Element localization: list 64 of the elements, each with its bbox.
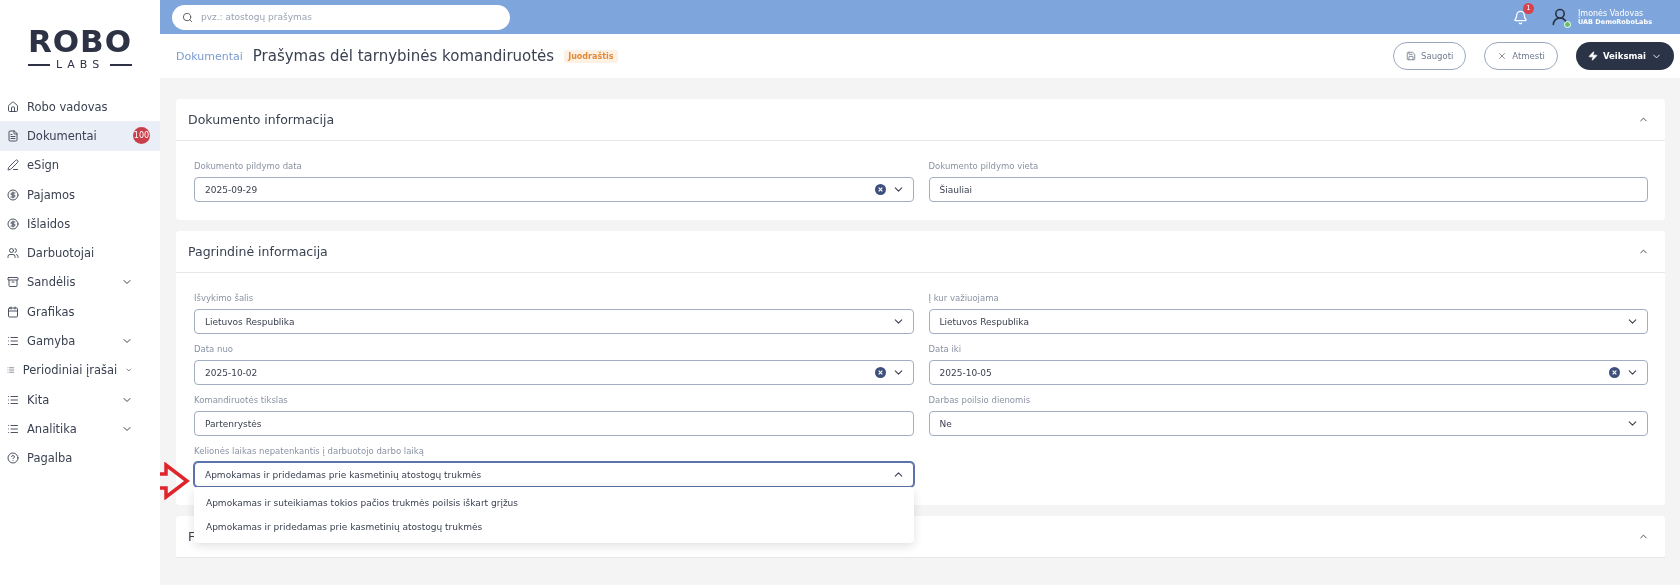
page-title: Prašymas dėl tarnybinės komandiruotės: [252, 47, 555, 65]
calendar-icon: [7, 305, 19, 318]
select-field[interactable]: Ne: [928, 411, 1648, 436]
discard-button[interactable]: Atmesti: [1484, 42, 1558, 70]
sidebar-item[interactable]: Sandėlis: [0, 267, 160, 298]
field-label: Darbas poilsio dienomis: [928, 394, 1032, 405]
document-icon: [7, 129, 19, 142]
text-field[interactable]: Šiauliai: [928, 177, 1648, 202]
people-icon: [7, 247, 19, 260]
sidebar-item[interactable]: Gamyba: [0, 326, 160, 356]
sidebar-item[interactable]: Robo vadovas: [0, 92, 160, 122]
dropdown-option[interactable]: Apmokamas ir suteikiamas tokios pačios trukmės poilsis iškart grįžus: [194, 491, 914, 515]
select-field[interactable]: Lietuvos Respublika: [928, 309, 1648, 334]
house-icon: [7, 100, 19, 113]
date-field[interactable]: 2025-10-05: [928, 360, 1648, 385]
date-field[interactable]: 2025-10-02: [194, 360, 914, 385]
archive-box-icon: [7, 276, 19, 289]
sidebar-item[interactable]: Išlaidos: [0, 209, 160, 239]
pen-icon: [7, 159, 19, 172]
clear-icon[interactable]: [874, 184, 886, 195]
clear-icon[interactable]: [874, 367, 886, 378]
sidebar-item[interactable]: Pajamos: [0, 179, 160, 210]
dropdown-option[interactable]: Apmokamas ir pridedamas prie kasmetinių atostogų trukmės: [194, 515, 914, 539]
section-title: Dokumento informacija: [188, 112, 335, 127]
search-icon: [182, 11, 193, 23]
lightning-icon: [1588, 51, 1598, 61]
save-button[interactable]: Saugoti: [1393, 42, 1467, 70]
close-icon: [1497, 51, 1508, 61]
field-label: Dokumento pildymo vieta: [928, 160, 1040, 171]
save-icon: [1406, 51, 1417, 61]
coin-icon: [7, 217, 19, 230]
clear-icon[interactable]: [1609, 367, 1620, 378]
sidebar-item[interactable]: Kita: [0, 384, 160, 415]
logo: ROBO LABS: [26, 22, 134, 73]
text-field[interactable]: Partenrystės: [194, 411, 914, 436]
count-badge: 100: [133, 127, 150, 145]
select-field[interactable]: Apmokamas ir pridedamas prie kasmetinių atostogų trukmės: [194, 462, 914, 487]
field-label: Data iki: [928, 343, 963, 354]
coin-icon: [7, 188, 19, 201]
section-title: Pagrindinė informacija: [188, 244, 328, 259]
list-icon: [7, 422, 19, 435]
sidebar-item[interactable]: Pagalba: [0, 443, 160, 473]
field-label: Dokumento pildymo data: [194, 160, 303, 171]
sidebar-item[interactable]: Grafikas: [0, 297, 160, 327]
section-title: F: [188, 529, 196, 544]
status-badge: Juodraštis: [564, 49, 618, 63]
user-name: Įmonės Vadovas: [1578, 8, 1645, 18]
field-label: Kelionės laikas nepatenkantis į darbuotojo darbo laiką: [194, 445, 425, 456]
sidebar-item[interactable]: Dokumentai 100: [0, 121, 160, 151]
sidebar-item[interactable]: Periodiniai įrašai: [0, 355, 160, 385]
field-label: Į kur važiuojama: [928, 292, 1000, 303]
date-field[interactable]: 2025-09-29: [194, 177, 914, 202]
bell-icon[interactable]: [1513, 9, 1528, 25]
field-label: Išvykimo šalis: [194, 292, 255, 303]
sidebar-item[interactable]: Analitika: [0, 414, 160, 444]
help-icon: [7, 452, 19, 465]
sidebar-item[interactable]: eSign: [0, 150, 160, 180]
field-label: Komandiruotės tikslas: [194, 394, 289, 405]
list-icon: [7, 335, 19, 347]
field-label: Data nuo: [194, 343, 234, 354]
list-icon: [7, 393, 19, 406]
sidebar-item[interactable]: Darbuotojai: [0, 238, 160, 268]
select-field[interactable]: Lietuvos Respublika: [194, 309, 914, 334]
actions-button[interactable]: Veiksmai: [1576, 42, 1674, 70]
